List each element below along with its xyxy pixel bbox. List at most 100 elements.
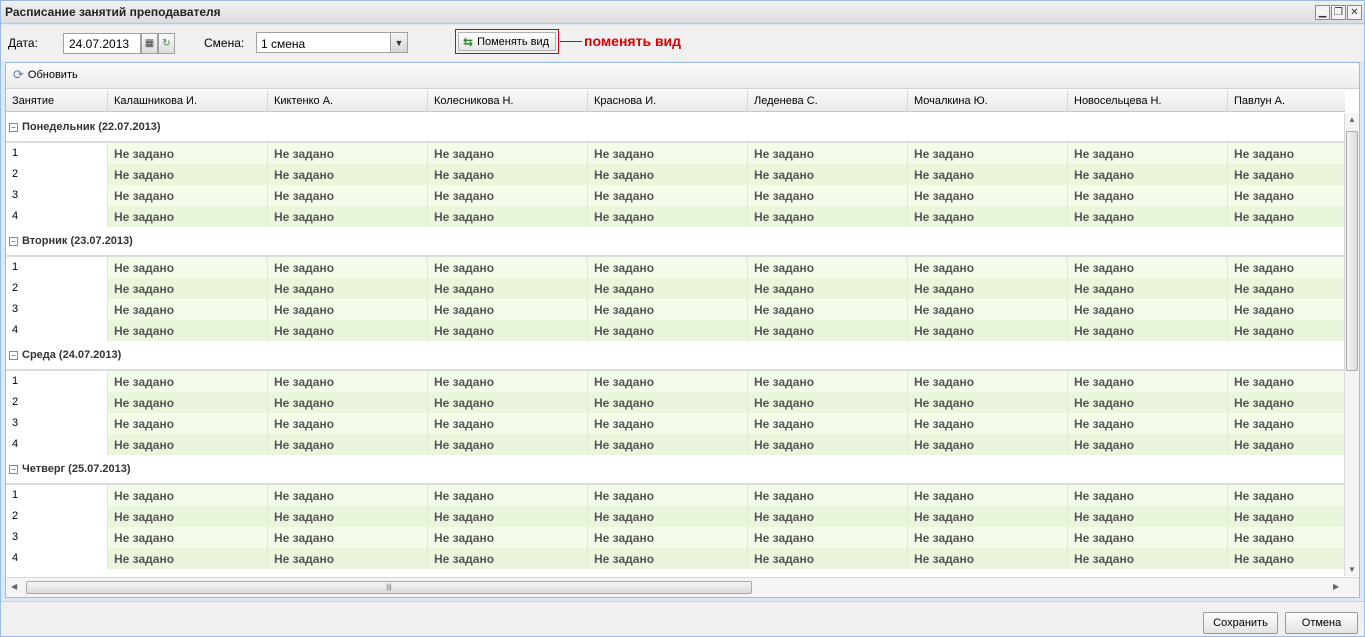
table-row[interactable]: 2 Не задано Не задано Не задано Не задано Не … [6,278,1345,299]
schedule-cell[interactable]: Не задано [428,164,588,185]
schedule-cell[interactable]: Не задано [748,392,908,413]
group-header[interactable]: − Среда (24.07.2013) [6,341,1345,371]
table-row[interactable]: 4 Не задано Не задано Не задано Не задано Не … [6,548,1345,569]
scroll-right-icon[interactable]: ▶ [1333,582,1339,591]
schedule-cell[interactable]: Не задано [268,434,428,455]
table-row[interactable]: 3 Не задано Не задано Не задано Не задано Не … [6,185,1345,206]
group-header[interactable]: − Понедельник (22.07.2013) [6,113,1345,143]
schedule-cell[interactable]: Не задано [108,278,268,299]
table-row[interactable]: 2 Не задано Не задано Не задано Не задано Не … [6,506,1345,527]
schedule-cell[interactable]: Не задано [588,392,748,413]
schedule-cell[interactable]: Не задано [1068,371,1228,392]
schedule-cell[interactable]: Не задано [108,392,268,413]
schedule-cell[interactable]: Не задано [588,320,748,341]
schedule-cell[interactable]: Не задано [1068,206,1228,227]
save-button[interactable]: Сохранить [1203,612,1278,634]
schedule-cell[interactable]: Не задано [1068,320,1228,341]
table-row[interactable]: 2 Не задано Не задано Не задано Не задано Не … [6,392,1345,413]
schedule-cell[interactable]: Не задано [908,257,1068,278]
schedule-cell[interactable]: Не задано [908,320,1068,341]
schedule-cell[interactable]: Не задано [588,413,748,434]
column-header-teacher[interactable]: Колесникова Н. [428,90,588,112]
schedule-cell[interactable]: Не задано [908,527,1068,548]
group-header[interactable]: − Четверг (25.07.2013) [6,455,1345,485]
table-row[interactable]: 3 Не задано Не задано Не задано Не задано Не … [6,413,1345,434]
column-header-teacher[interactable]: Краснова И. [588,90,748,112]
schedule-cell[interactable]: Не задано [908,206,1068,227]
date-field[interactable] [63,33,141,54]
calendar-icon[interactable]: ▦ [141,33,158,54]
schedule-cell[interactable]: Не задано [428,485,588,506]
schedule-cell[interactable]: Не задано [108,320,268,341]
schedule-cell[interactable]: Не задано [108,185,268,206]
schedule-cell[interactable]: Не задано [588,506,748,527]
table-row[interactable]: 1 Не задано Не задано Не задано Не задано Не … [6,257,1345,278]
schedule-cell[interactable]: Не задано [1228,257,1345,278]
schedule-cell[interactable]: Не задано [108,485,268,506]
schedule-cell[interactable]: Не задано [428,299,588,320]
schedule-cell[interactable]: Не задано [1228,506,1345,527]
table-row[interactable]: 1 Не задано Не задано Не задано Не задано Не … [6,485,1345,506]
chevron-down-icon[interactable]: ▼ [390,33,407,52]
schedule-cell[interactable]: Не задано [748,206,908,227]
schedule-cell[interactable]: Не задано [908,392,1068,413]
schedule-cell[interactable]: Не задано [268,320,428,341]
today-icon[interactable]: ↻ [158,33,175,54]
schedule-cell[interactable]: Не задано [428,257,588,278]
schedule-cell[interactable]: Не задано [1228,485,1345,506]
column-header-teacher[interactable]: Новосельцева Н. [1068,90,1228,112]
schedule-cell[interactable]: Не задано [1228,143,1345,164]
schedule-cell[interactable]: Не задано [1068,185,1228,206]
schedule-cell[interactable]: Не задано [908,278,1068,299]
schedule-cell[interactable]: Не задано [108,527,268,548]
schedule-cell[interactable]: Не задано [748,413,908,434]
schedule-cell[interactable]: Не задано [748,257,908,278]
schedule-cell[interactable]: Не задано [108,548,268,569]
column-header-teacher[interactable]: Калашникова И. [108,90,268,112]
schedule-cell[interactable]: Не задано [268,257,428,278]
minus-icon[interactable]: − [9,122,18,132]
schedule-cell[interactable]: Не задано [108,506,268,527]
schedule-cell[interactable]: Не задано [1068,548,1228,569]
schedule-cell[interactable]: Не задано [428,392,588,413]
schedule-cell[interactable]: Не задано [428,371,588,392]
schedule-cell[interactable]: Не задано [268,413,428,434]
scroll-left-icon[interactable]: ◀ [11,582,17,591]
scroll-down-icon[interactable]: ▼ [1348,565,1356,574]
horizontal-scroll-thumb[interactable]: ||| [26,581,752,594]
group-header[interactable]: − Вторник (23.07.2013) [6,227,1345,257]
table-row[interactable]: 4 Не задано Не задано Не задано Не задано Не … [6,320,1345,341]
refresh-button[interactable]: ⟳ Обновить [13,68,78,81]
schedule-cell[interactable]: Не задано [588,299,748,320]
schedule-cell[interactable]: Не задано [108,434,268,455]
minus-icon[interactable]: − [9,236,18,246]
schedule-cell[interactable]: Не задано [428,206,588,227]
schedule-cell[interactable]: Не задано [108,206,268,227]
schedule-cell[interactable]: Не задано [1068,164,1228,185]
schedule-cell[interactable]: Не задано [268,548,428,569]
schedule-cell[interactable]: Не задано [428,434,588,455]
schedule-cell[interactable]: Не задано [908,164,1068,185]
schedule-cell[interactable]: Не задано [748,164,908,185]
schedule-cell[interactable]: Не задано [1228,299,1345,320]
table-row[interactable]: 3 Не задано Не задано Не задано Не задано Не … [6,527,1345,548]
schedule-cell[interactable]: Не задано [1068,278,1228,299]
schedule-cell[interactable]: Не задано [428,506,588,527]
schedule-cell[interactable]: Не задано [268,185,428,206]
schedule-cell[interactable]: Не задано [588,527,748,548]
schedule-cell[interactable]: Не задано [1068,506,1228,527]
schedule-cell[interactable]: Не задано [588,185,748,206]
schedule-cell[interactable]: Не задано [748,299,908,320]
schedule-cell[interactable]: Не задано [108,143,268,164]
switch-view-button[interactable]: ⇆ Поменять вид [455,29,559,54]
schedule-cell[interactable]: Не задано [1068,299,1228,320]
schedule-cell[interactable]: Не задано [588,278,748,299]
schedule-cell[interactable]: Не задано [1068,413,1228,434]
schedule-cell[interactable]: Не задано [588,485,748,506]
schedule-cell[interactable]: Не задано [428,278,588,299]
schedule-cell[interactable]: Не задано [748,185,908,206]
schedule-cell[interactable]: Не задано [588,371,748,392]
schedule-cell[interactable]: Не задано [108,164,268,185]
schedule-cell[interactable]: Не задано [1068,527,1228,548]
minus-icon[interactable]: − [9,350,18,360]
